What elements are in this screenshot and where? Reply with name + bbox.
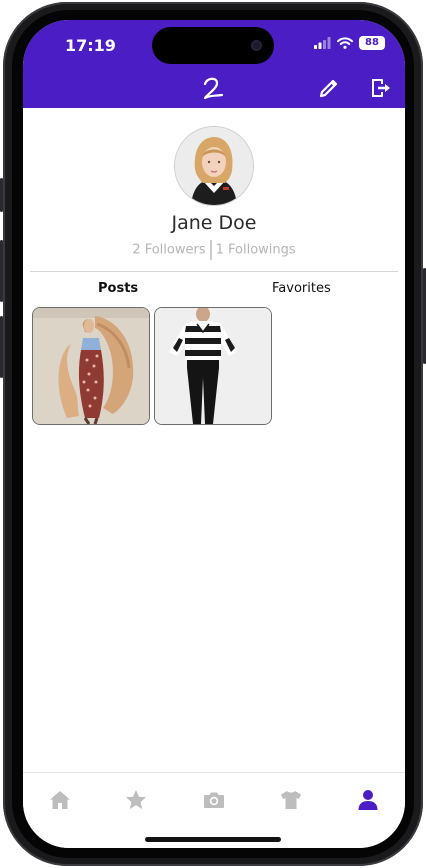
camera-icon [204, 792, 224, 808]
screen: 17:19 88 Jane Doe 2 Followers 1 Followin… [23, 20, 405, 848]
post-thumbnail[interactable] [154, 307, 272, 425]
tab-favorites[interactable]: Favorites [272, 281, 331, 296]
volume-down-button [0, 316, 3, 378]
follow-stats: 2 Followers 1 Followings [23, 240, 405, 260]
pencil-icon [319, 79, 338, 98]
dynamic-island [152, 27, 274, 64]
avatar[interactable] [174, 126, 254, 206]
home-indicator [145, 837, 281, 842]
post-image-striped-sweater [155, 308, 271, 424]
edit-profile-button[interactable] [316, 76, 342, 100]
followings-count[interactable]: 1 Followings [216, 243, 296, 258]
nav-wardrobe[interactable] [276, 787, 306, 813]
side-button [0, 178, 3, 212]
nav-camera[interactable] [199, 787, 229, 813]
profile-photo [175, 127, 253, 205]
camera-lens-icon [251, 40, 262, 51]
post-thumbnail[interactable] [32, 307, 150, 425]
section-divider [30, 271, 398, 272]
star-icon [126, 790, 146, 809]
status-time: 17:19 [65, 36, 116, 55]
status-icons: 88 [314, 36, 385, 50]
followers-count[interactable]: 2 Followers [132, 243, 205, 258]
user-icon [358, 790, 378, 810]
profile-name: Jane Doe [171, 212, 257, 234]
nav-favorites[interactable] [121, 787, 151, 813]
app-logo [203, 77, 224, 100]
app-header: 17:19 88 [23, 20, 405, 108]
battery-indicator: 88 [359, 36, 385, 50]
wifi-icon [337, 37, 353, 49]
logout-button[interactable] [368, 76, 394, 100]
follow-separator [209, 240, 212, 260]
cellular-signal-icon [314, 37, 331, 49]
volume-up-button [0, 240, 3, 302]
logout-icon [372, 79, 390, 97]
nav-profile[interactable] [353, 787, 383, 813]
tshirt-icon [281, 791, 301, 809]
home-icon [50, 791, 70, 809]
post-image-dress [33, 308, 149, 424]
nav-home[interactable] [45, 787, 75, 813]
tab-posts[interactable]: Posts [98, 281, 138, 296]
